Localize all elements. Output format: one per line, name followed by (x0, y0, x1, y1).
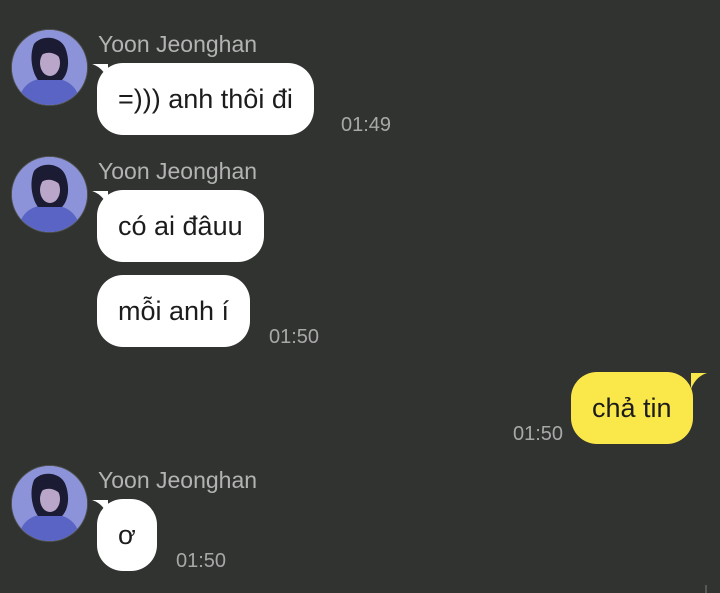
message-time: 01:50 (176, 550, 227, 572)
message-bubble[interactable]: chả tin (571, 372, 693, 444)
sender-name: Yoon Jeonghan (98, 158, 258, 184)
sender-avatar[interactable] (12, 157, 87, 232)
message-bubble[interactable]: =))) anh thôi đi (97, 63, 314, 135)
message-time: 01:50 (269, 326, 320, 348)
message-bubble[interactable]: có ai đâuu (97, 190, 264, 262)
sender-avatar[interactable] (12, 466, 87, 541)
bubble-tail (691, 373, 707, 389)
sender-name: Yoon Jeonghan (98, 467, 258, 493)
message-time: 01:49 (341, 114, 392, 136)
sender-name: Yoon Jeonghan (98, 31, 258, 57)
sender-avatar[interactable] (12, 30, 87, 105)
message-bubble[interactable]: ơ (97, 499, 157, 571)
message-time: 01:50 (513, 423, 564, 445)
scrollbar[interactable] (705, 585, 707, 593)
message-bubble[interactable]: mỗi anh í (97, 275, 251, 347)
